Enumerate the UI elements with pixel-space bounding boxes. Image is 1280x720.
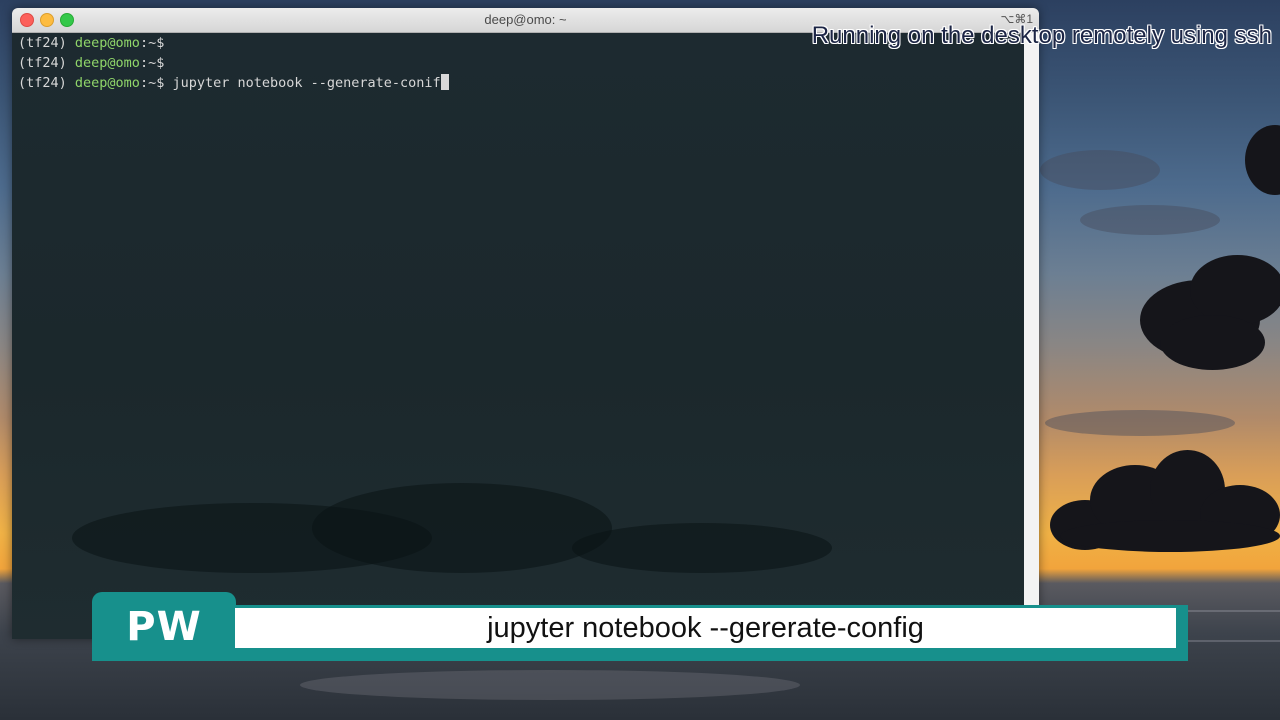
wallpaper-cloud <box>1245 125 1280 195</box>
user-host: deep@omo <box>74 35 140 51</box>
terminal-line: (tf24) deep@omo:~$ <box>18 53 164 73</box>
video-caption: Running on the desktop remotely using ss… <box>811 22 1272 49</box>
env-name: (tf24) <box>18 55 75 71</box>
wallpaper-haze <box>1040 150 1160 190</box>
terminal-window[interactable]: deep@omo: ~ ⌥⌘1 (tf24) deep@omo:~$ (tf24… <box>12 8 1039 639</box>
terminal-body[interactable]: (tf24) deep@omo:~$ (tf24) deep@omo:~$ (t… <box>12 33 1039 639</box>
wallpaper-haze <box>1045 410 1235 436</box>
env-name: (tf24) <box>18 75 75 91</box>
subtitle-text: jupyter notebook --gererate-config <box>487 611 924 644</box>
subtitle-text-box: jupyter notebook --gererate-config <box>235 608 1176 648</box>
user-host: deep@omo <box>74 55 140 71</box>
wallpaper-cloud <box>1160 315 1265 370</box>
terminal-line: (tf24) deep@omo:~$ <box>18 33 164 53</box>
prompt: :~$ <box>139 55 165 71</box>
terminal-line[interactable]: (tf24) deep@omo:~$ jupyter notebook --ge… <box>18 73 449 93</box>
pw-logo-badge: PW <box>92 592 236 661</box>
user-host: deep@omo <box>74 75 140 91</box>
wallpaper-haze <box>300 670 800 700</box>
terminal-scrollbar[interactable] <box>1024 33 1039 639</box>
command-text[interactable]: jupyter notebook --generate-conif <box>164 75 440 91</box>
pw-logo-text: PW <box>126 603 202 650</box>
text-cursor <box>440 74 449 90</box>
wallpaper-haze <box>1080 205 1220 235</box>
wallpaper-silhouette <box>572 523 832 573</box>
prompt: :~$ <box>139 75 165 91</box>
prompt: :~$ <box>139 35 165 51</box>
desktop-background: deep@omo: ~ ⌥⌘1 (tf24) deep@omo:~$ (tf24… <box>0 0 1280 720</box>
env-name: (tf24) <box>18 35 75 51</box>
wallpaper-silhouette <box>312 483 612 573</box>
subtitle-bar: PW jupyter notebook --gererate-config <box>92 592 1188 662</box>
wallpaper-cloud <box>1060 520 1280 552</box>
